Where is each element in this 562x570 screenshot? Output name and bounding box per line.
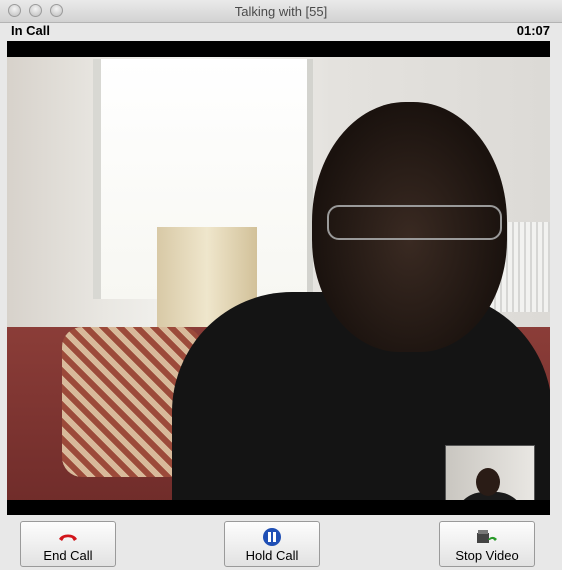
pause-icon: [263, 528, 281, 546]
call-status-row: In Call 01:07: [0, 22, 562, 40]
remote-video: [7, 57, 550, 500]
video-call-icon: [477, 530, 497, 543]
local-preview: [445, 445, 535, 500]
end-call-label: End Call: [43, 548, 93, 563]
video-frame: [7, 41, 550, 515]
end-call-icon: [59, 534, 77, 541]
window-title: Talking with [55]: [234, 4, 328, 19]
call-timer: 01:07: [516, 23, 550, 38]
stop-video-button[interactable]: Stop Video: [439, 521, 535, 567]
local-person-head: [476, 468, 500, 496]
hold-call-button[interactable]: Hold Call: [224, 521, 320, 567]
title-bar: Talking with [55]: [0, 0, 562, 23]
hold-call-label: Hold Call: [245, 548, 299, 563]
call-status: In Call: [11, 23, 51, 38]
end-call-button[interactable]: End Call: [20, 521, 116, 567]
stop-video-label: Stop Video: [455, 548, 519, 563]
remote-person-glasses: [327, 205, 502, 240]
call-window: Talking with [55] In Call 01:07 End Call: [0, 0, 562, 570]
